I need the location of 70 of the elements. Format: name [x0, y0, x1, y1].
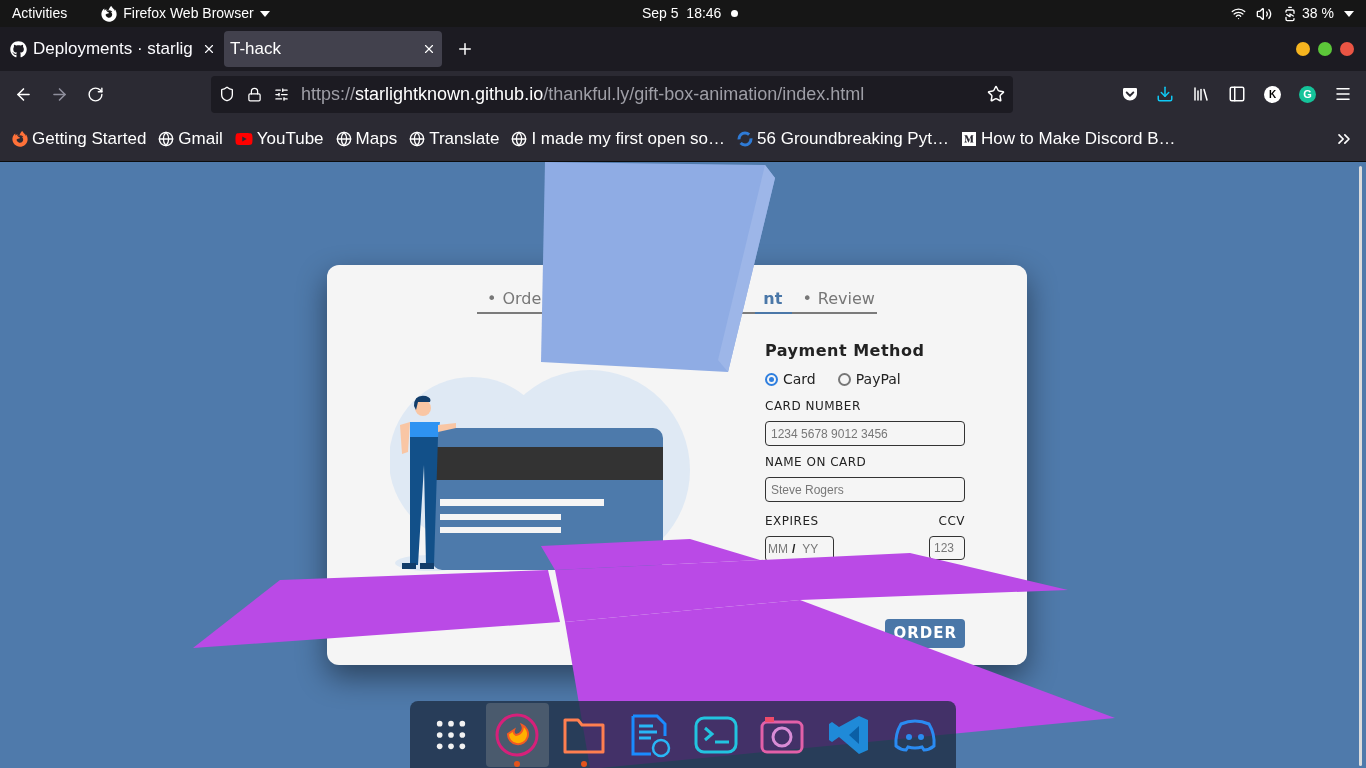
url-text: https://starlightknown.github.io/thankful.ly/gift-box-animation/index.html	[301, 82, 865, 106]
menu-icon[interactable]	[1334, 85, 1352, 103]
scrollbar[interactable]	[1359, 166, 1362, 766]
youtube-icon	[234, 131, 253, 147]
running-indicator-icon	[514, 760, 521, 767]
globe-icon	[409, 131, 426, 147]
shield-icon	[219, 86, 235, 102]
permissions-icon	[274, 86, 289, 102]
globe-icon	[511, 131, 528, 147]
bookmark-item[interactable]: 56 Groundbreaking Pyt…	[737, 126, 949, 152]
globe-icon	[158, 131, 175, 147]
minimize-button[interactable]	[1296, 42, 1310, 56]
bookmark-item[interactable]: Maps	[335, 126, 398, 152]
browser-tab[interactable]: Deployments · starlig	[4, 31, 222, 67]
month-placeholder: MM	[768, 541, 788, 558]
activities-button[interactable]: Activities	[12, 3, 68, 24]
pocket-icon[interactable]	[1122, 86, 1138, 102]
bookmark-item[interactable]: Translate	[409, 126, 500, 152]
account-avatar[interactable]: K	[1264, 85, 1281, 103]
text-field[interactable]: 1234 5678 9012 3456	[765, 421, 965, 446]
download-icon[interactable]	[1156, 85, 1174, 103]
battery-percentage: 38 %	[1302, 4, 1334, 23]
github-icon	[10, 40, 27, 58]
globe-icon	[335, 131, 352, 147]
app-menu[interactable]: Firefox Web Browser	[123, 3, 254, 24]
swirl-icon	[737, 131, 754, 147]
bookmark-item[interactable]: I made my first open so…	[511, 126, 726, 152]
field-label: EXPIRES	[765, 513, 819, 530]
bookmark-item[interactable]: Getting Started	[12, 126, 147, 152]
bookmark-item[interactable]: YouTube	[234, 126, 324, 152]
bookmark-item[interactable]: How to Make Discord B…	[960, 126, 1176, 152]
new-tab-icon[interactable]	[456, 40, 474, 58]
firefox-icon	[12, 131, 28, 147]
dropdown-caret-icon	[1344, 10, 1354, 17]
medium-icon	[960, 131, 977, 147]
lock-icon	[247, 86, 262, 102]
bookmark-star-icon[interactable]	[987, 85, 1005, 103]
ccv-field[interactable]: 123	[929, 536, 965, 560]
text-field[interactable]: Steve Rogers	[765, 477, 965, 502]
library-icon[interactable]	[1192, 85, 1210, 103]
bookmark-item[interactable]: Gmail	[158, 126, 223, 152]
close-icon[interactable]	[422, 42, 436, 56]
tab-title: T-hack	[230, 38, 282, 61]
separator: /	[792, 541, 796, 558]
close-button[interactable]	[1340, 42, 1354, 56]
section-heading: Payment Method	[765, 340, 926, 362]
browser-tab[interactable]: T-hack	[224, 31, 442, 67]
payment-method-radio[interactable]: Card	[765, 369, 816, 390]
url-field[interactable]: https://starlightknown.github.io/thankful.ly/gift-box-animation/index.html	[211, 75, 1013, 113]
maximize-button[interactable]	[1318, 42, 1332, 56]
firefox-icon	[494, 711, 541, 758]
sidebar-icon[interactable]	[1228, 85, 1246, 103]
year-placeholder: YY	[802, 541, 819, 558]
step-tab[interactable]: • Review	[794, 287, 875, 314]
field-label: CCV	[938, 513, 965, 530]
close-icon[interactable]	[202, 42, 216, 56]
firefox-icon	[101, 5, 118, 22]
field-label: CARD NUMBER	[765, 398, 862, 415]
dock-item[interactable]	[486, 702, 549, 767]
field-label: NAME ON CARD	[765, 454, 868, 471]
wifi-icon	[1231, 6, 1247, 21]
tab-title: Deployments · starlig	[33, 38, 193, 61]
step-tab[interactable]: • Orde	[479, 287, 542, 314]
clock[interactable]: Sep 5 18:46	[642, 3, 722, 24]
reload-icon[interactable]	[87, 85, 104, 103]
volume-icon	[1256, 5, 1273, 22]
dropdown-caret-icon	[259, 10, 270, 17]
payment-method-radio[interactable]: PayPal	[837, 369, 901, 390]
step-tab[interactable]: nt	[755, 287, 793, 314]
running-indicator-icon	[580, 760, 587, 767]
